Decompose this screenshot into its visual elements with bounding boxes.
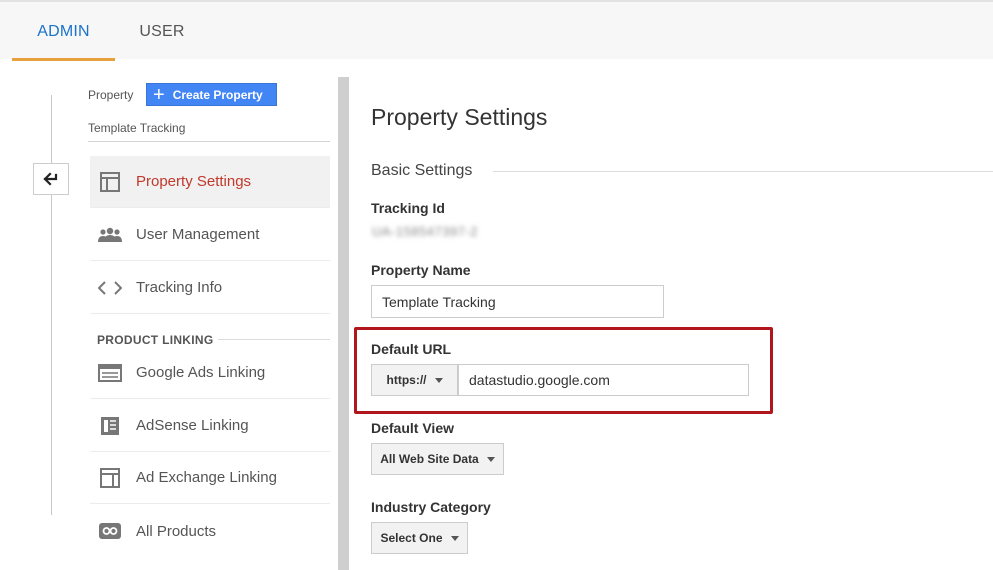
sidebar-item-google-ads-linking[interactable]: Google Ads Linking — [90, 347, 330, 399]
sidebar-item-all-products[interactable]: All Products — [90, 505, 330, 557]
create-property-label: Create Property — [172, 87, 263, 102]
default-url-input[interactable] — [458, 364, 749, 396]
layout-icon — [98, 170, 122, 194]
section-title: Basic Settings — [371, 162, 473, 179]
tab-user[interactable]: USER — [122, 4, 202, 59]
create-property-button[interactable]: + Create Property — [146, 83, 277, 106]
sidebar-item-user-management[interactable]: User Management — [90, 209, 330, 261]
industry-category-value: Select One — [380, 531, 443, 545]
back-arrow-icon — [43, 172, 58, 186]
industry-category-dropdown[interactable]: Select One — [371, 522, 468, 554]
chevron-down-icon — [450, 535, 459, 541]
chevron-down-icon — [486, 456, 495, 462]
sidebar-item-property-settings[interactable]: Property Settings — [90, 156, 330, 208]
protocol-value: https:// — [386, 373, 427, 387]
property-name: Template Tracking — [88, 121, 186, 135]
sidebar-item-tracking-info[interactable]: Tracking Info — [90, 262, 330, 314]
tree-line — [51, 95, 52, 515]
protocol-dropdown[interactable]: https:// — [371, 364, 458, 396]
sidebar-item-label: User Management — [136, 226, 260, 243]
product-linking-divider — [218, 339, 330, 340]
chevron-down-icon — [434, 377, 443, 383]
ad-exchange-icon — [98, 466, 122, 490]
tracking-id-label: Tracking Id — [371, 200, 445, 216]
property-name-label: Property Name — [371, 262, 471, 278]
sidebar-item-adsense-linking[interactable]: AdSense Linking — [90, 400, 330, 452]
top-tab-bar: ADMIN USER — [0, 0, 993, 61]
product-linking-header: PRODUCT LINKING — [97, 333, 214, 347]
default-view-dropdown[interactable]: All Web Site Data — [371, 443, 504, 475]
property-label: Property — [88, 88, 134, 102]
default-url-label: Default URL — [371, 341, 452, 357]
sidebar-item-label: All Products — [136, 522, 217, 540]
tracking-id-value: UA-158547397-2 — [372, 224, 479, 239]
ads-icon — [98, 361, 122, 385]
code-icon — [98, 276, 122, 300]
property-divider — [88, 141, 330, 142]
sidebar-item-label: Property Settings — [136, 173, 252, 190]
section-divider — [493, 171, 993, 172]
sidebar-item-label: Google Ads Linking — [136, 364, 266, 381]
people-icon — [98, 223, 122, 247]
default-view-label: Default View — [371, 420, 454, 436]
back-button[interactable] — [33, 163, 69, 195]
industry-category-label: Industry Category — [371, 499, 491, 515]
property-name-input[interactable] — [371, 285, 664, 318]
sidebar-item-label: AdSense Linking — [136, 417, 249, 434]
page-title: Property Settings — [371, 104, 548, 130]
default-view-value: All Web Site Data — [380, 452, 479, 466]
plus-icon: + — [153, 83, 165, 106]
adsense-icon — [98, 414, 122, 438]
sidebar-item-label: Ad Exchange Linking — [136, 469, 277, 486]
link-icon — [98, 519, 122, 543]
tab-admin[interactable]: ADMIN — [12, 4, 115, 61]
sidebar-item-ad-exchange-linking[interactable]: Ad Exchange Linking — [90, 452, 330, 504]
pane-divider[interactable] — [338, 77, 349, 570]
sidebar-item-label: Tracking Info — [136, 279, 223, 296]
